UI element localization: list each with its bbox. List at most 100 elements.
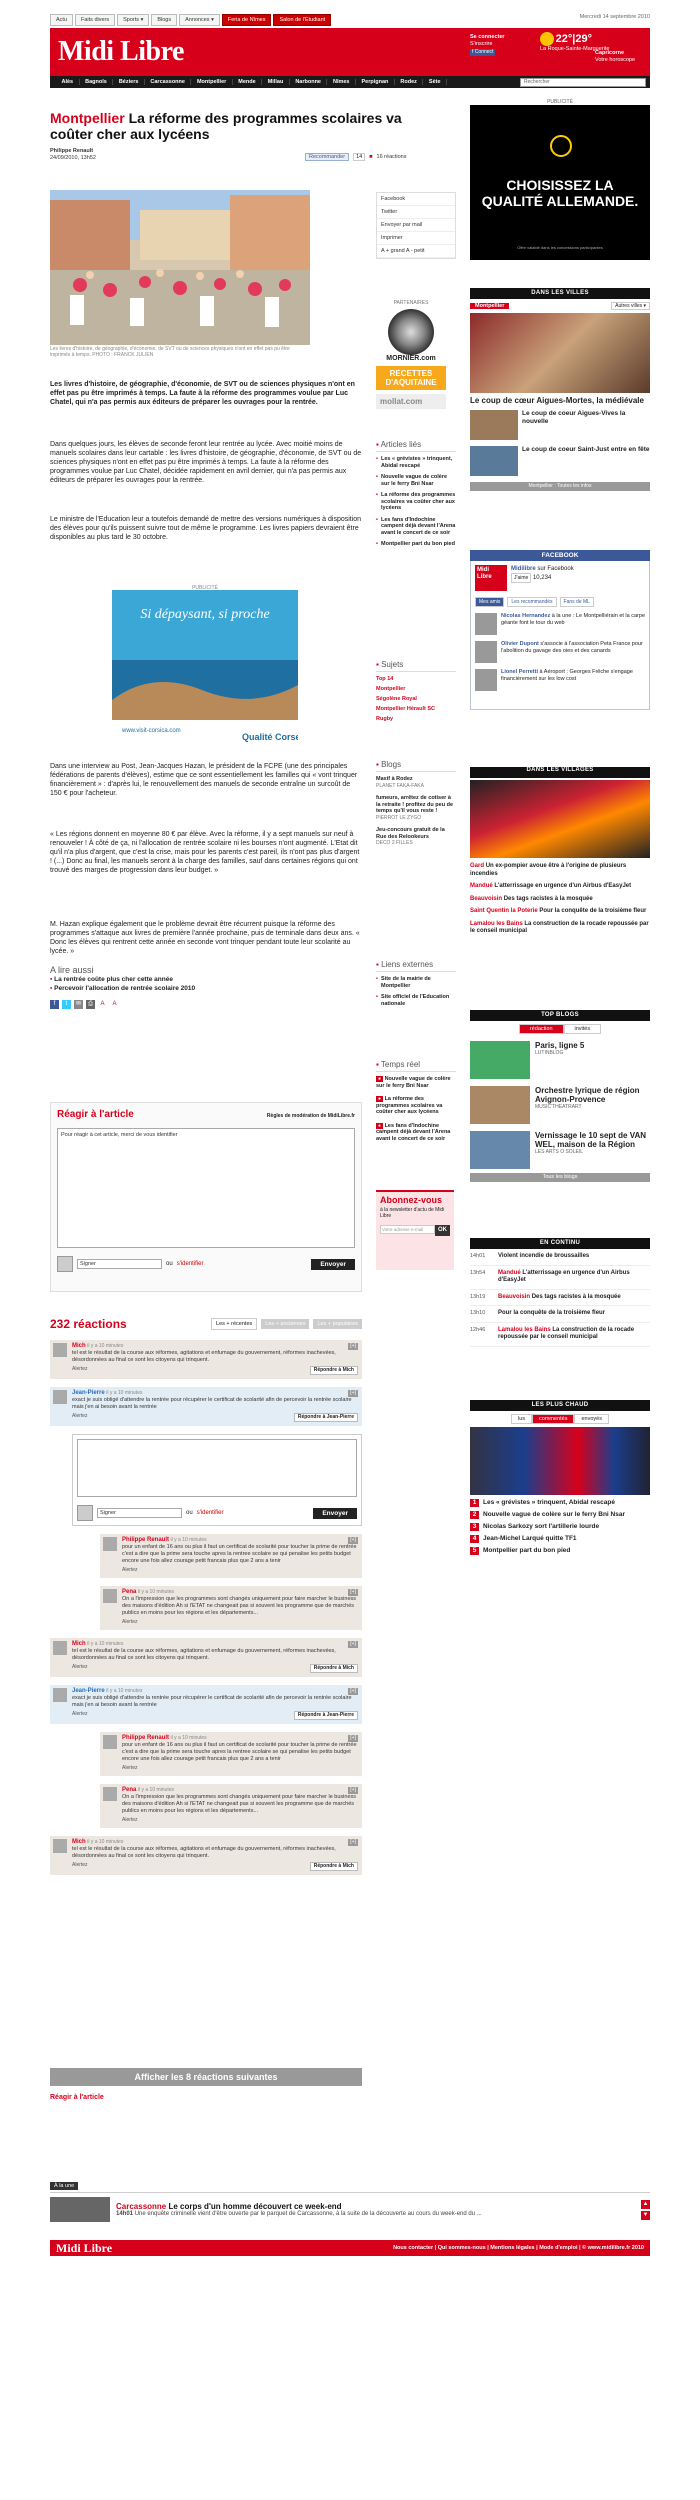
font-larger-icon[interactable]: A — [98, 1000, 107, 1009]
nav-item-city[interactable]: Perpignan — [356, 79, 395, 85]
city-item[interactable]: Le coup de coeur Saint-Just entre en fêt… — [470, 446, 650, 476]
village-item[interactable]: Beauvoisin Des tags racistes à la mosqué… — [470, 896, 650, 904]
realtime-item[interactable]: ● Nouvelle vague de colère sur le ferry … — [376, 1076, 456, 1089]
comment-vote-button[interactable]: [+] — [348, 1839, 358, 1846]
fb-user-name[interactable]: Olivier Dupont — [501, 641, 539, 647]
nav-item-city[interactable]: Montpellier — [191, 79, 233, 85]
fb-tab-fans[interactable]: Fans de ML — [559, 597, 594, 607]
sort-popular-tab[interactable]: Les + populaires — [313, 1319, 362, 1329]
external-link[interactable]: Site officiel de l'Education nationale — [376, 994, 456, 1007]
nav-item-city[interactable]: Carcassonne — [145, 79, 192, 85]
top-link[interactable]: Salon de l'Etudiant — [273, 14, 332, 26]
comment-vote-button[interactable]: [+] — [348, 1688, 358, 1695]
nav-item-city[interactable]: Narbonne — [290, 79, 328, 85]
alert-link[interactable]: Alertez — [72, 1413, 88, 1422]
top-blog-item[interactable]: Orchestre lyrique de région Avignon-Prov… — [470, 1086, 650, 1124]
next-arrow-icon[interactable]: ▼ — [641, 2210, 650, 2220]
hot-item[interactable]: 5 Montpellier part du bon pied — [470, 1547, 650, 1555]
article-city[interactable]: Montpellier — [50, 110, 125, 126]
tab-read[interactable]: lus — [511, 1414, 533, 1424]
comment-vote-button[interactable]: [+] — [348, 1787, 358, 1794]
city-lead-title[interactable]: Le coup de cœur Aigues-Mortes, la médiév… — [470, 396, 650, 405]
hot-item[interactable]: 2 Nouvelle vague de colère sur le ferry B… — [470, 1511, 650, 1519]
article-photo[interactable] — [50, 190, 310, 345]
font-smaller-icon[interactable]: A — [110, 1000, 119, 1009]
related-link[interactable]: Nouvelle vague de colère sur le ferry Bn… — [376, 474, 456, 487]
comment-author[interactable]: Philippe Renault — [122, 1735, 169, 1741]
alert-link[interactable]: Alertez — [72, 1366, 88, 1375]
top-link[interactable]: Annonces ▾ — [179, 14, 220, 26]
read-also-link[interactable]: Percevoir l'allocation de rentrée scolai… — [50, 984, 362, 993]
top-link[interactable]: Feria de Nîmes — [221, 14, 272, 26]
subject-link[interactable]: Montpellier — [376, 686, 456, 692]
recettes-aquitaine-logo[interactable]: RECETTES D'AQUITAINE — [376, 366, 446, 390]
villages-lead-photo[interactable] — [470, 780, 650, 858]
comment-vote-button[interactable]: [+] — [348, 1390, 358, 1397]
react-link[interactable]: Réagir à l'article — [50, 2094, 104, 2101]
reply-button[interactable]: Répondre à Mich — [309, 1862, 358, 1871]
search-input[interactable]: Rechercher — [520, 78, 646, 87]
top-blog-item[interactable]: Paris, ligne 5 LUTINBLOG — [470, 1041, 650, 1079]
realtime-item[interactable]: ● La réforme des programmes scolaires va… — [376, 1096, 456, 1116]
tool-twitter[interactable]: Twitter — [377, 206, 455, 219]
login-link[interactable]: s'identifier — [197, 1510, 224, 1516]
tab-invites[interactable]: invités — [563, 1024, 602, 1034]
related-link[interactable]: Montpellier part du bon pied — [376, 541, 456, 548]
tool-mail[interactable]: Envoyer par mail — [377, 219, 455, 232]
send-button[interactable]: Envoyer — [313, 1507, 357, 1519]
fb-page-name[interactable]: Midilibre — [511, 566, 536, 572]
reply-button[interactable]: Répondre à Jean-Pierre — [293, 1413, 358, 1422]
village-item[interactable]: Gard Un ex-pompier avoue être à l'origin… — [470, 863, 650, 878]
alert-link[interactable]: Alertez — [72, 1711, 88, 1720]
alert-link[interactable]: Alertez — [122, 1765, 138, 1772]
reactions-link[interactable]: 16 réactions — [377, 154, 407, 160]
live-news-item[interactable]: 13h19 Beauvoisin Des tags racistes à la m… — [470, 1290, 650, 1306]
top-link[interactable]: Faits divers — [75, 14, 116, 26]
fb-recommend-button[interactable]: Recommander — [305, 153, 350, 161]
reply-button[interactable]: Répondre à Mich — [309, 1366, 358, 1375]
village-item[interactable]: Mandué L'atterrissage en urgence d'un Ai… — [470, 883, 650, 891]
connect-link[interactable]: Se connecter — [470, 34, 525, 41]
comment-author[interactable]: Mich — [72, 1839, 86, 1845]
blog-item[interactable]: Maxif à Rodez PLANET FAKA-FAKA — [376, 776, 456, 789]
related-link[interactable]: Les fans d'Indochine campent déjà devant… — [376, 517, 456, 537]
tool-print[interactable]: Imprimer — [377, 232, 455, 245]
city-all-news-button[interactable]: Montpellier : Toutes les infos — [470, 482, 650, 491]
reply-textarea[interactable] — [77, 1439, 357, 1497]
nav-item-city[interactable]: Sète — [423, 79, 448, 85]
related-link[interactable]: Les « grévistes » trinquent, Abidal resc… — [376, 456, 456, 469]
sign-input[interactable]: Signer — [77, 1259, 162, 1269]
comment-textarea[interactable]: Pour réagir à cet article, merci de vous… — [57, 1128, 355, 1248]
live-news-item[interactable]: 14h01 Violent incendie de broussailles — [470, 1249, 650, 1266]
sign-input[interactable]: Signer — [97, 1508, 182, 1518]
nav-item-city[interactable]: Bagnols — [80, 79, 114, 85]
opel-ad[interactable]: PUBLICITÉ CHOISISSEZ LA QUALITÉ ALLEMAND… — [470, 99, 650, 260]
live-news-item[interactable]: 12h46 Lamalou les Bains La construction d… — [470, 1323, 650, 1347]
related-link[interactable]: La réforme des programmes scolaires va c… — [376, 492, 456, 512]
reply-button[interactable]: Répondre à Jean-Pierre — [293, 1711, 358, 1720]
hot-item[interactable]: 4 Jean-Michel Larqué quitte TF1 — [470, 1535, 650, 1543]
print-icon[interactable]: ⎙ — [86, 1000, 95, 1009]
nav-item-city[interactable]: Rodez — [395, 79, 424, 85]
comment-author[interactable]: Pena — [122, 1787, 136, 1793]
external-link[interactable]: Site de la mairie de Montpellier — [376, 976, 456, 989]
realtime-item[interactable]: ● Les fans d'Indochine campent déjà deva… — [376, 1122, 456, 1143]
fb-like-button[interactable]: J'aime — [511, 573, 532, 583]
city-lead-photo[interactable] — [470, 313, 650, 393]
sort-oldest-tab[interactable]: Les + anciennes — [261, 1319, 310, 1329]
live-news-item[interactable]: 13h10 Pour la conquête de la troisième fl… — [470, 1306, 650, 1323]
nav-item-city[interactable]: Millau — [262, 79, 290, 85]
subject-link[interactable]: Rugby — [376, 716, 456, 722]
alert-link[interactable]: Alertez — [122, 1619, 138, 1626]
subject-link[interactable]: Montpellier Hérault SC — [376, 706, 456, 712]
hot-item[interactable]: 3 Nicolas Sarkozy sort l'artillerie lourd… — [470, 1523, 650, 1531]
newsletter-email-input[interactable]: Votre adresse e-mail — [380, 1225, 435, 1234]
fb-tab-recommended[interactable]: Les recommandés — [507, 597, 557, 607]
blog-item[interactable]: Jeu-concours gratuit de la Rue des Reloo… — [376, 827, 456, 847]
fb-user-avatar[interactable] — [475, 613, 497, 635]
comment-author[interactable]: Jean-Pierre — [72, 1688, 105, 1694]
twitter-icon[interactable]: t — [62, 1000, 71, 1009]
comment-vote-button[interactable]: [+] — [348, 1589, 358, 1596]
village-item[interactable]: Saint Quentin la Poterie Pour la conquêt… — [470, 908, 650, 916]
subject-link[interactable]: Top 14 — [376, 676, 456, 682]
